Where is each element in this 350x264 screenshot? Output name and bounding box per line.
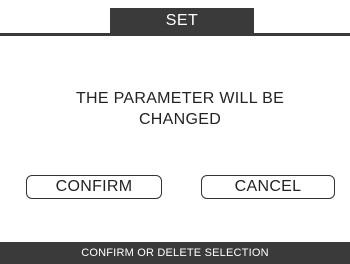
footer-hint: CONFIRM OR DELETE SELECTION (0, 242, 350, 264)
device-screen: SET THE PARAMETER WILL BE CHANGED CONFIR… (0, 0, 350, 264)
top-bar: SET (0, 0, 350, 36)
message-line-1: THE PARAMETER WILL BE (75, 90, 285, 107)
confirm-button[interactable]: CONFIRM (26, 175, 162, 199)
top-divider (0, 33, 350, 36)
confirmation-message: THE PARAMETER WILL BE CHANGED (20, 88, 340, 130)
screen-title: SET (110, 8, 254, 33)
message-line-2: CHANGED (138, 111, 222, 128)
cancel-button[interactable]: CANCEL (201, 175, 335, 199)
